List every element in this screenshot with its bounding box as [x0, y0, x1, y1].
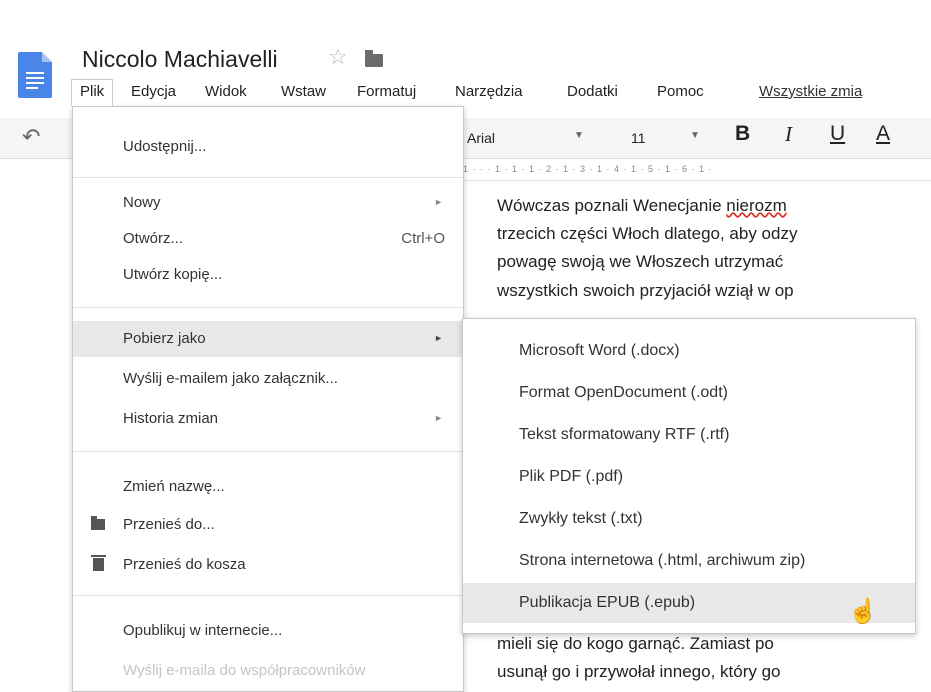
all-changes-link[interactable]: Wszystkie zmia — [759, 83, 862, 100]
doc-paragraph-line[interactable]: wszystkich swoich przyjaciół wziął w op — [497, 281, 794, 301]
star-icon[interactable]: ☆ — [328, 44, 348, 70]
menu-plik[interactable]: Plik — [71, 79, 114, 106]
download-submenu: Microsoft Word (.docx) Format OpenDocume… — [462, 318, 916, 634]
font-size-select[interactable]: 11 — [631, 130, 646, 146]
menu-formatuj[interactable]: Formatuj — [357, 83, 416, 100]
download-pdf[interactable]: Plik PDF (.pdf) — [463, 457, 915, 497]
undo-icon[interactable]: ↶ — [22, 124, 40, 150]
download-docx[interactable]: Microsoft Word (.docx) — [463, 331, 915, 371]
folder-icon — [91, 516, 105, 530]
submenu-arrow-icon: ► — [434, 413, 443, 423]
download-rtf[interactable]: Tekst sformatowany RTF (.rtf) — [463, 415, 915, 455]
menu-widok[interactable]: Widok — [205, 83, 247, 100]
menu-pomoc[interactable]: Pomoc — [657, 83, 704, 100]
menu-item-open[interactable]: Otwórz... Ctrl+O — [73, 221, 463, 257]
document-title[interactable]: Niccolo Machiavelli — [82, 46, 278, 73]
hand-cursor-icon: ☝ — [848, 598, 878, 625]
font-select[interactable]: Arial — [467, 130, 495, 146]
doc-paragraph-line[interactable]: trzecich części Włoch dlatego, aby odzy — [497, 224, 797, 244]
menu-item-download-as[interactable]: Pobierz jako ► — [73, 321, 463, 357]
bold-button[interactable]: B — [735, 122, 750, 146]
menu-narzedzia[interactable]: Narzędzia — [455, 83, 523, 100]
chevron-down-icon[interactable]: ▼ — [690, 130, 700, 141]
shortcut-label: Ctrl+O — [401, 230, 445, 247]
menu-item-share[interactable]: Udostępnij... — [73, 129, 463, 165]
menu-edycja[interactable]: Edycja — [131, 83, 176, 100]
download-txt[interactable]: Zwykły tekst (.txt) — [463, 499, 915, 539]
menu-item-email-attachment[interactable]: Wyślij e-mailem jako załącznik... — [73, 361, 463, 397]
doc-paragraph-line[interactable]: mieli się do kogo garnąć. Zamiast po — [497, 634, 774, 654]
text-color-button[interactable]: A — [876, 122, 890, 146]
doc-paragraph-line[interactable]: Wówczas poznali Wenecjanie nierozm — [497, 196, 787, 216]
menu-item-rename[interactable]: Zmień nazwę... — [73, 469, 463, 505]
download-html[interactable]: Strona internetowa (.html, archiwum zip) — [463, 541, 915, 581]
file-menu: Udostępnij... Nowy ► Otwórz... Ctrl+O Utwó… — [72, 106, 464, 692]
folder-icon[interactable] — [365, 50, 383, 67]
download-odt[interactable]: Format OpenDocument (.odt) — [463, 373, 915, 413]
italic-button[interactable]: I — [785, 122, 792, 147]
submenu-arrow-icon: ► — [434, 333, 443, 343]
doc-paragraph-line[interactable]: usunął go i przywołał innego, który go — [497, 662, 781, 682]
menu-item-version-history[interactable]: Historia zmian ► — [73, 401, 463, 437]
menu-bar: Plik Edycja Widok Wstaw Formatuj Narzędz… — [71, 79, 931, 108]
menu-dodatki[interactable]: Dodatki — [567, 83, 618, 100]
menu-item-move-to[interactable]: Przenieś do... — [73, 507, 463, 543]
underline-button[interactable]: U — [830, 122, 845, 146]
menu-item-move-to-trash[interactable]: Przenieś do kosza — [73, 547, 463, 583]
menu-item-new[interactable]: Nowy ► — [73, 185, 463, 221]
docs-logo-icon[interactable] — [18, 52, 52, 98]
trash-icon — [91, 555, 106, 571]
menu-item-publish[interactable]: Opublikuj w internecie... — [73, 613, 463, 649]
submenu-arrow-icon: ► — [434, 197, 443, 207]
doc-paragraph-line[interactable]: powagę swoją we Włoszech utrzymać — [497, 252, 783, 272]
menu-wstaw[interactable]: Wstaw — [281, 83, 326, 100]
ruler[interactable]: 1 · · · 1 · 1 · 1 · 2 · 1 · 3 · 1 · 4 · … — [463, 164, 931, 181]
chevron-down-icon[interactable]: ▼ — [574, 130, 584, 141]
menu-item-email-collaborators: Wyślij e-maila do współpracowników — [123, 662, 366, 679]
spellcheck-word: nierozm — [726, 196, 787, 215]
menu-item-make-copy[interactable]: Utwórz kopię... — [73, 257, 463, 293]
download-epub[interactable]: Publikacja EPUB (.epub) ☝ — [463, 583, 915, 625]
